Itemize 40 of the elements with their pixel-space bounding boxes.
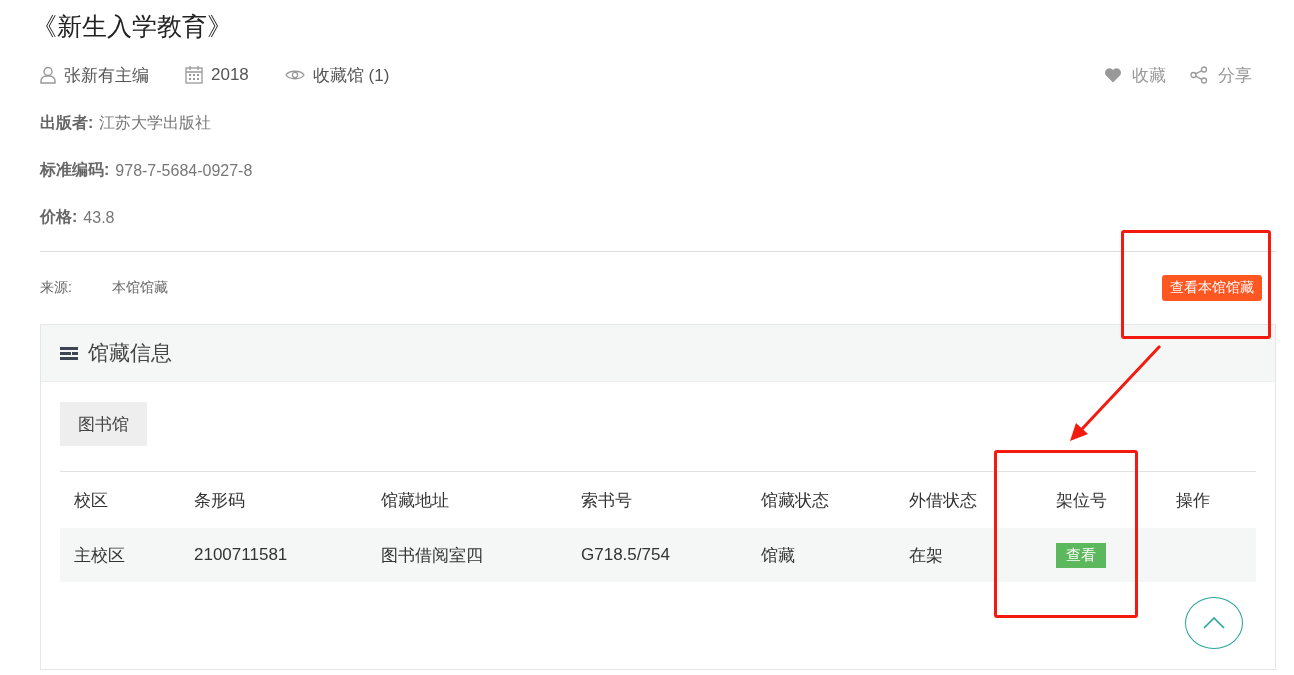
field-label: 标准编码: <box>40 160 110 180</box>
column-header: 馆藏地址 <box>381 489 450 512</box>
field-value: 江苏大学出版社 <box>99 113 212 133</box>
person-icon <box>40 66 56 84</box>
field-value: 43.8 <box>83 208 115 227</box>
list-icon <box>60 346 78 360</box>
column-header: 外借状态 <box>909 489 978 512</box>
column-header: 条形码 <box>194 489 246 512</box>
eye-icon <box>284 69 305 81</box>
favorite-link[interactable]: 收藏 <box>1104 63 1166 87</box>
view-button[interactable]: 查看 <box>1056 542 1106 568</box>
field-value: 978-7-5684-0927-8 <box>115 161 253 180</box>
table-cell-text: 2100711581 <box>194 545 289 565</box>
table-cell-text: 馆藏 <box>761 544 796 567</box>
book-title: 《新生入学教育》 <box>32 11 233 42</box>
field-label: 出版者: <box>40 113 94 133</box>
table-cell-text: 主校区 <box>74 544 126 567</box>
library-tab[interactable]: 图书馆 <box>60 402 147 446</box>
share-link[interactable]: 分享 <box>1190 63 1252 87</box>
table-cell-text: 在架 <box>909 544 944 567</box>
table-cell-text: 图书借阅室四 <box>381 544 484 567</box>
panel-title: 馆藏信息 <box>88 340 172 366</box>
column-header: 架位号 <box>1056 489 1108 512</box>
share-icon <box>1190 66 1208 84</box>
view-holdings-button[interactable]: 查看本馆馆藏 <box>1162 275 1262 301</box>
source-value: 本馆馆藏 <box>112 279 168 297</box>
meta-text: 收藏馆 (1) <box>312 64 390 87</box>
meta-text: 张新有主编 <box>64 64 149 87</box>
column-header: 操作 <box>1176 489 1211 512</box>
column-header: 校区 <box>74 489 109 512</box>
heart-icon <box>1104 67 1122 83</box>
table-cell-text: G718.5/754 <box>581 545 671 565</box>
chevron-up-icon <box>1203 617 1225 629</box>
meta-text: 2018 <box>211 65 249 85</box>
source-label: 来源: <box>40 279 73 297</box>
calendar-icon <box>185 66 203 84</box>
column-header: 索书号 <box>581 489 633 512</box>
field-label: 价格: <box>40 207 78 227</box>
column-header: 馆藏状态 <box>761 489 830 512</box>
back-to-top-button[interactable] <box>1185 597 1243 649</box>
